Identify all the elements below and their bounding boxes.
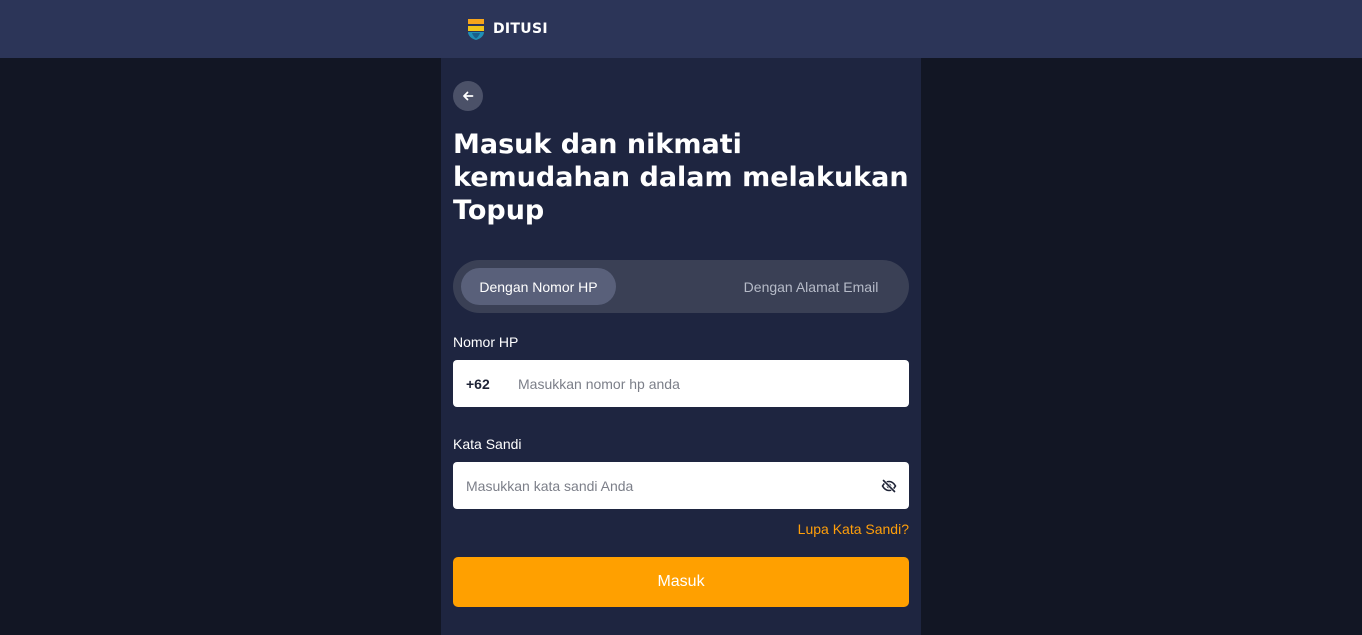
arrow-left-icon (463, 91, 474, 101)
country-code-prefix: +62 (466, 375, 490, 392)
login-panel: Masuk dan nikmati kemudahan dalam melaku… (441, 58, 921, 635)
password-input[interactable] (453, 462, 869, 509)
tab-phone-number[interactable]: Dengan Nomor HP (461, 268, 616, 305)
ditusi-shield-logo-icon (468, 19, 484, 40)
back-button[interactable] (453, 81, 483, 111)
brand-logo[interactable]: DITUSI (466, 17, 548, 41)
page-title: Masuk dan nikmati kemudahan dalam melaku… (453, 129, 909, 226)
brand-name: DITUSI (493, 21, 548, 37)
phone-number-input[interactable] (518, 360, 909, 407)
tab-email-address[interactable]: Dengan Alamat Email (731, 268, 891, 305)
phone-label: Nomor HP (453, 334, 519, 350)
password-label: Kata Sandi (453, 436, 522, 452)
top-navbar: DITUSI (0, 0, 1362, 58)
password-input-group (453, 462, 909, 509)
forgot-password-link[interactable]: Lupa Kata Sandi? (798, 521, 909, 537)
phone-input-group: +62 (453, 360, 909, 407)
eye-off-icon[interactable] (869, 462, 909, 509)
login-method-tabs: Dengan Nomor HP Dengan Alamat Email (453, 260, 909, 313)
login-submit-button[interactable]: Masuk (453, 557, 909, 607)
